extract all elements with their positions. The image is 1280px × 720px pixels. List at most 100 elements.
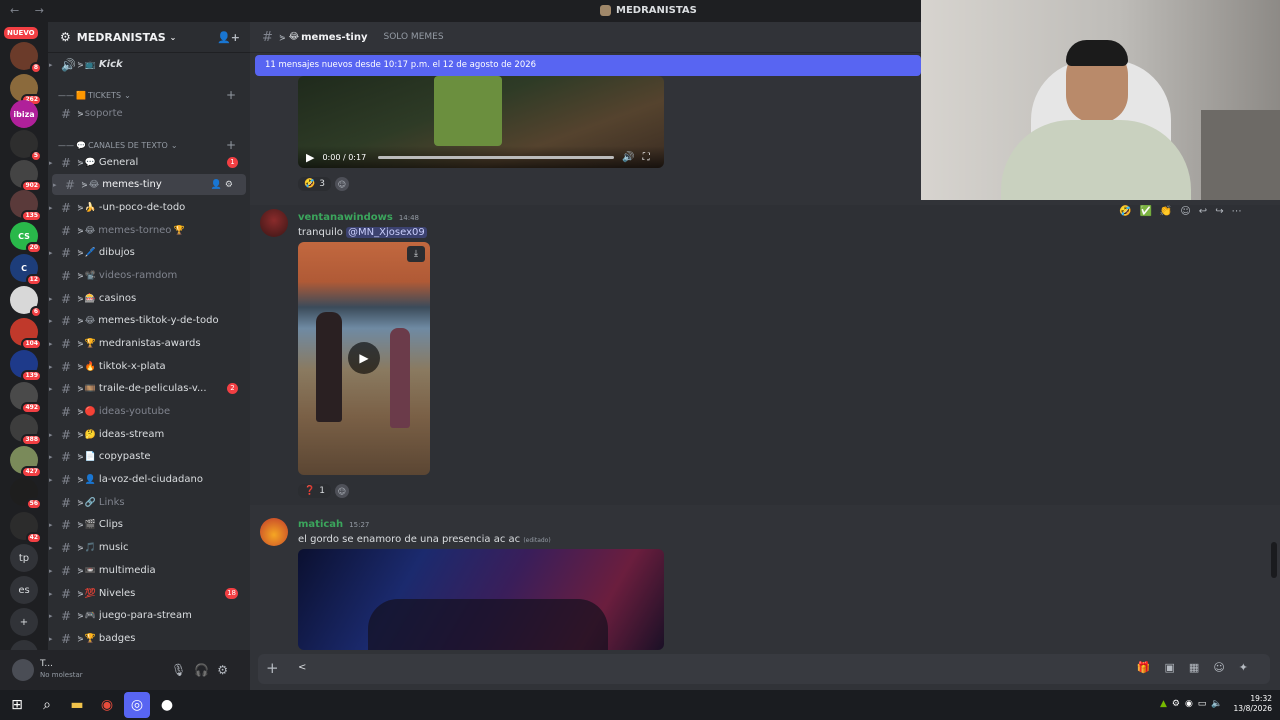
chevron-right-icon[interactable]: ▸	[49, 159, 59, 167]
chevron-right-icon[interactable]: ▸	[49, 363, 59, 371]
server-icon[interactable]: 8	[10, 42, 42, 74]
video-thumbnail[interactable]	[298, 549, 664, 650]
server-icon[interactable]: 104	[10, 318, 42, 350]
attach-plus-icon[interactable]: +	[266, 659, 279, 677]
sidebar-item-kick[interactable]: ▸ 🔊 ⋟ 📺 Kick	[48, 54, 250, 75]
server-icon[interactable]: 427	[10, 446, 42, 478]
chevron-right-icon[interactable]: ▸	[49, 61, 59, 69]
sidebar-item-dibujos[interactable]: ▸ # ⋟ 🖊️ dibujos	[48, 242, 250, 263]
windows-start-icon[interactable]: ⊞	[4, 692, 30, 718]
chevron-right-icon[interactable]: ▸	[49, 544, 59, 552]
sidebar-item-soporte[interactable]: # ⋟ soporte	[48, 103, 250, 124]
server-icon[interactable]: 42	[10, 512, 42, 544]
sidebar-item-ideas-youtube[interactable]: # ⋟ 🔴 ideas-youtube	[48, 401, 250, 422]
avatar[interactable]	[12, 659, 34, 681]
nuevo-badge[interactable]: NUEVO	[4, 27, 38, 39]
discord-app-icon[interactable]: ◎	[124, 692, 150, 718]
chevron-right-icon[interactable]: ▸	[49, 476, 59, 484]
server-icon[interactable]: tp	[10, 544, 38, 572]
toolbar-action-icon[interactable]: 👏	[1160, 206, 1172, 217]
nav-arrows[interactable]: ← →	[10, 4, 50, 17]
gif-icon[interactable]: ▣	[1165, 661, 1189, 674]
chevron-right-icon[interactable]: ▸	[49, 635, 59, 643]
mention[interactable]: @MN_Xjosex09	[346, 227, 427, 238]
guild-header[interactable]: ⚙ MEDRANISTAS ⌄ 👤+	[48, 22, 250, 53]
sidebar-item-music[interactable]: ▸ # ⋟ 🎵 music	[48, 537, 250, 558]
sidebar-item-memes-tiktok-y-de-todo[interactable]: ▸ # ⋟ 😂 memes-tiktok-y-de-todo	[48, 310, 250, 331]
sidebar-item-casinos[interactable]: ▸ # ⋟ 🎰 casinos	[48, 288, 250, 309]
chevron-right-icon[interactable]: ▸	[49, 521, 59, 529]
obs-icon[interactable]: ●	[154, 692, 180, 718]
chevron-right-icon[interactable]: ▸	[49, 317, 59, 325]
server-icon[interactable]: 6	[10, 286, 42, 318]
reaction-pill[interactable]: ❓ 1	[298, 484, 331, 498]
sidebar-item-tiktok-x-plata[interactable]: ▸ # ⋟ 🔥 tiktok-x-plata	[48, 356, 250, 377]
message-composer[interactable]: + < 🎁▣▦☺✦	[258, 654, 1270, 684]
microphone-icon[interactable]: 🎙	[171, 663, 194, 677]
channel-category[interactable]: —— 🟧 Tickets ⌄ +	[58, 88, 248, 102]
avatar[interactable]	[260, 518, 288, 546]
author-name[interactable]: ventanawindows	[298, 212, 393, 223]
channel-category[interactable]: —— 💬 CANALES DE TEXTO ⌄ +	[58, 138, 248, 152]
server-icon[interactable]: 262	[10, 74, 42, 106]
server-icon[interactable]: 388	[10, 414, 42, 446]
sidebar-item-juego-para-stream[interactable]: ▸ # ⋟ 🎮 juego-para-stream	[48, 605, 250, 626]
message-author[interactable]: maticah 15:27	[298, 519, 369, 530]
chevron-right-icon[interactable]: ▸	[53, 181, 63, 189]
avatar[interactable]	[260, 209, 288, 237]
sidebar-item-badges[interactable]: ▸ # ⋟ 🏆 badges	[48, 628, 250, 649]
sidebar-item-medranistas-awards[interactable]: ▸ # ⋟ 🏆 medranistas-awards	[48, 333, 250, 354]
file-explorer-icon[interactable]: ▬	[64, 692, 90, 718]
headphones-icon[interactable]: 🎧	[194, 663, 217, 677]
play-icon[interactable]: ▶	[348, 342, 380, 374]
sidebar-item-memes-torneo[interactable]: # ⋟ 😂 memes-torneo 🏆	[48, 220, 250, 241]
server-icon[interactable]: 902	[10, 160, 42, 192]
toolbar-action-icon[interactable]: ↩	[1199, 206, 1207, 217]
server-icon[interactable]: 5	[10, 130, 42, 162]
chevron-right-icon[interactable]: ▸	[49, 567, 59, 575]
chrome-icon[interactable]: ◉	[94, 692, 120, 718]
add-channel-icon[interactable]: +	[226, 88, 236, 102]
volume-icon[interactable]: 🔊	[622, 152, 634, 163]
toolbar-action-icon[interactable]: ☺	[1180, 206, 1190, 217]
message-author[interactable]: ventanawindows 14:48	[298, 212, 419, 223]
toolbar-action-icon[interactable]: 🤣	[1119, 206, 1131, 217]
channel-settings-icon[interactable]: ⚙	[225, 180, 236, 190]
clock[interactable]: 19:32 13/8/2026	[1234, 694, 1272, 714]
invite-people-icon[interactable]: 👤+	[217, 31, 240, 44]
author-name[interactable]: maticah	[298, 519, 343, 530]
sidebar-item-clips[interactable]: ▸ # ⋟ 🎬 Clips	[48, 514, 250, 535]
download-icon[interactable]: ⤓	[407, 246, 425, 262]
play-icon[interactable]: ▶	[306, 151, 314, 164]
add-reaction-icon[interactable]: ☺	[334, 484, 349, 498]
gift-icon[interactable]: 🎁	[1137, 661, 1165, 674]
sidebar-item--un-poco-de-todo[interactable]: ▸ # ⋟ 🍌 -un-poco-de-todo	[48, 197, 250, 218]
sidebar-item-general[interactable]: ▸ # ⋟ 💬 General 1	[48, 152, 250, 173]
volume-tray-icon[interactable]: 🔈	[1211, 699, 1222, 709]
message-input[interactable]: <	[298, 662, 306, 673]
chevron-right-icon[interactable]: ▸	[49, 453, 59, 461]
apps-icon[interactable]: ✦	[1239, 661, 1262, 674]
chevron-right-icon[interactable]: ▸	[49, 431, 59, 439]
sidebar-item-multimedia[interactable]: ▸ # ⋟ 📼 multimedia	[48, 560, 250, 581]
server-icon[interactable]: 56	[10, 478, 42, 510]
chevron-right-icon[interactable]: ▸	[49, 204, 59, 212]
server-icon[interactable]: C 12	[10, 254, 42, 286]
toolbar-action-icon[interactable]: ↪	[1215, 206, 1223, 217]
server-icon[interactable]: es	[10, 576, 38, 604]
emoji-icon[interactable]: ☺	[1213, 661, 1238, 674]
sidebar-item-links[interactable]: # ⋟ 🔗 Links	[48, 492, 250, 513]
chevron-right-icon[interactable]: ▸	[49, 590, 59, 598]
scrollbar[interactable]	[1271, 542, 1277, 578]
sticker-icon[interactable]: ▦	[1189, 661, 1213, 674]
sidebar-item-la-voz-del-ciudadano[interactable]: ▸ # ⋟ 👤 la-voz-del-ciudadano	[48, 469, 250, 490]
server-icon[interactable]: 135	[10, 190, 42, 222]
sidebar-item-traile-de-peliculas-v[interactable]: ▸ # ⋟ 🎞️ traile-de-peliculas-v... 2	[48, 378, 250, 399]
search-icon[interactable]: ⌕	[34, 692, 60, 718]
server-icon[interactable]: 139	[10, 350, 42, 382]
network-icon[interactable]: ▭	[1198, 699, 1207, 709]
sidebar-item-videos-ramdom[interactable]: # ⋟ 📽️ videos-ramdom	[48, 265, 250, 286]
chevron-right-icon[interactable]: ▸	[49, 249, 59, 257]
server-icon[interactable]: +	[10, 608, 38, 636]
discord-tray-icon[interactable]: ◉	[1185, 699, 1193, 709]
